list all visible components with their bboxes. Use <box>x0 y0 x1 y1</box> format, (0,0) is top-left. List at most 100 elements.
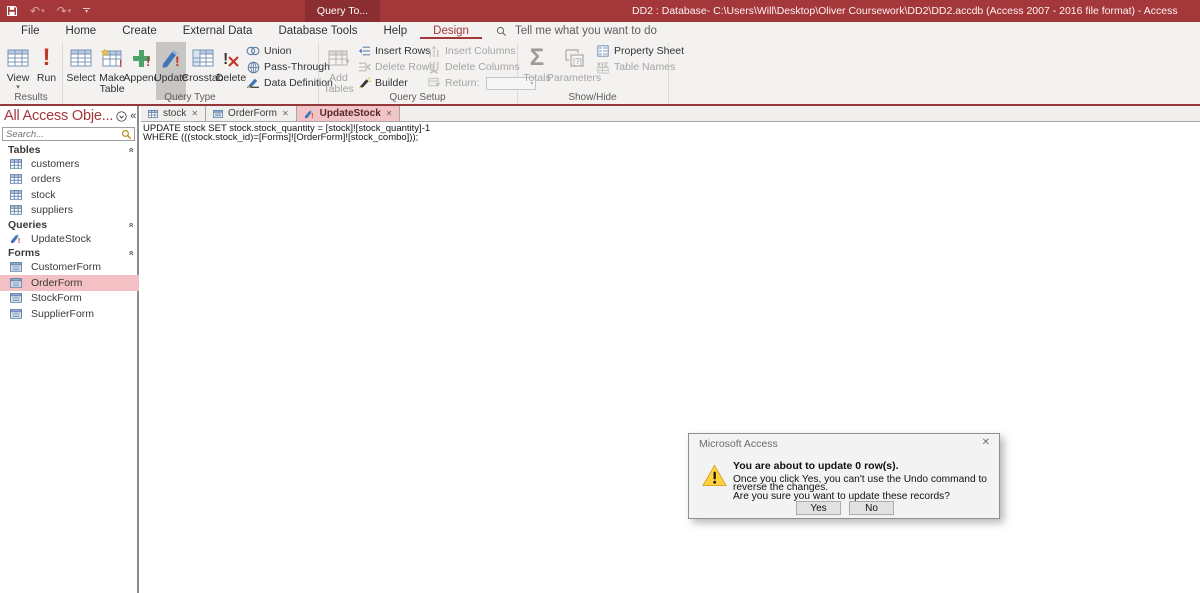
nav-item-supplierform[interactable]: SupplierForm <box>0 306 139 322</box>
warning-icon <box>702 464 727 487</box>
form-icon <box>10 262 22 272</box>
close-tab-icon[interactable]: ✕ <box>282 109 289 118</box>
doc-tab-updatestock[interactable]: ! UpdateStock ✕ <box>296 106 401 121</box>
doc-tab-stock[interactable]: stock ✕ <box>141 106 207 121</box>
doc-tab-orderform[interactable]: OrderForm ✕ <box>206 106 297 121</box>
delete-rows-icon <box>357 60 371 74</box>
save-icon[interactable] <box>6 0 18 22</box>
data-definition-button[interactable]: Data Definition <box>246 75 333 91</box>
svg-text:!: ! <box>175 53 180 68</box>
pass-through-icon <box>246 60 260 74</box>
pass-through-button[interactable]: Pass-Through <box>246 59 333 75</box>
tab-home[interactable]: Home <box>53 24 110 39</box>
access-window: ↶ ▾ ↷ ▾ ▾ Query To... DD2 : Database- C:\U… <box>0 0 1200 593</box>
crosstab-query-icon <box>192 45 214 71</box>
nav-item-orderform[interactable]: OrderForm <box>0 275 139 291</box>
nav-item-stock[interactable]: stock <box>0 187 139 203</box>
redo-icon[interactable]: ↷ ▾ <box>57 0 72 22</box>
table-icon <box>148 109 158 118</box>
insert-rows-button[interactable]: Insert Rows <box>357 43 435 59</box>
append-query-icon: ! <box>131 45 153 71</box>
shutter-close-icon[interactable]: « <box>130 110 136 122</box>
form-icon <box>10 293 22 303</box>
search-icon <box>496 26 506 36</box>
ribbon-tab-bar: File Home Create External Data Database … <box>0 22 1200 40</box>
dialog-heading: You are about to update 0 row(s). <box>733 460 899 472</box>
tab-help[interactable]: Help <box>371 24 421 39</box>
dialog-close-icon[interactable]: ✕ <box>982 437 990 448</box>
totals-sigma-icon: Σ <box>529 44 545 71</box>
delete-query-icon: ! <box>220 45 242 71</box>
quick-access-toolbar: ↶ ▾ ↷ ▾ ▾ <box>6 0 91 22</box>
close-tab-icon[interactable]: ✕ <box>386 109 393 118</box>
svg-text:[?]: [?] <box>573 57 582 66</box>
svg-text:!: ! <box>146 54 150 68</box>
svg-text:!: ! <box>311 112 313 118</box>
group-label-results: Results <box>14 92 48 103</box>
form-icon <box>10 278 22 288</box>
group-label-query-type: Query Type <box>164 92 216 103</box>
nav-search-input[interactable] <box>3 128 121 140</box>
svg-text:!: ! <box>223 51 228 68</box>
tab-external-data[interactable]: External Data <box>170 24 266 39</box>
sql-view-editor[interactable]: UPDATE stock SET stock.stock_quantity = … <box>141 123 1200 593</box>
nav-item-customerform[interactable]: CustomerForm <box>0 260 139 276</box>
contextual-tab-query-tools[interactable]: Query To... <box>305 0 380 22</box>
tell-me-box[interactable]: Tell me what you want to do <box>496 25 657 37</box>
table-icon <box>10 159 22 169</box>
select-query-icon <box>70 45 92 71</box>
form-icon <box>213 109 224 118</box>
nav-item-stockform[interactable]: StockForm <box>0 291 139 307</box>
customize-qat-icon[interactable]: ▾ <box>83 0 91 22</box>
tell-me-label: Tell me what you want to do <box>514 25 657 37</box>
tab-create[interactable]: Create <box>109 24 170 39</box>
data-definition-icon <box>246 76 260 90</box>
nav-pane-header: All Access Obje... « <box>4 107 136 125</box>
nav-pane-title: All Access Obje... <box>4 108 114 124</box>
nav-object-list: Tables » customers orders stock supplier… <box>0 143 139 322</box>
update-query-icon: ! <box>10 234 20 244</box>
union-button[interactable]: Union <box>246 43 333 59</box>
tab-database-tools[interactable]: Database Tools <box>265 24 370 39</box>
dialog-body: Once you click Yes, you can't use the Un… <box>733 474 987 502</box>
builder-button[interactable]: Builder <box>357 75 435 91</box>
nav-search-box[interactable] <box>2 127 135 141</box>
update-query-icon: ! <box>160 45 182 71</box>
group-label-query-setup: Query Setup <box>389 92 446 103</box>
document-tab-bar: stock ✕ OrderForm ✕ ! UpdateStock ✕ <box>141 106 1200 122</box>
svg-text:!: ! <box>119 59 122 68</box>
insert-rows-icon <box>357 44 371 58</box>
document-area: stock ✕ OrderForm ✕ ! UpdateStock ✕ UPDA… <box>141 106 1200 593</box>
view-dropdown-caret: ▾ <box>16 84 20 91</box>
form-icon <box>10 309 22 319</box>
yes-button[interactable]: Yes <box>796 501 841 515</box>
delete-rows-button: Delete Rows <box>357 59 435 75</box>
builder-icon <box>357 76 371 90</box>
collapse-group-icon: » <box>125 221 136 228</box>
property-sheet-icon <box>596 44 610 58</box>
table-names-icon: XYZ <box>596 60 610 74</box>
nav-group-tables[interactable]: Tables » <box>0 143 139 156</box>
table-icon <box>10 190 22 200</box>
close-tab-icon[interactable]: ✕ <box>191 109 198 118</box>
nav-item-suppliers[interactable]: suppliers <box>0 203 139 219</box>
datasheet-view-icon <box>7 45 29 71</box>
undo-icon[interactable]: ↶ ▾ <box>30 0 45 22</box>
nav-menu-icon[interactable] <box>116 110 127 122</box>
nav-group-queries[interactable]: Queries » <box>0 218 139 231</box>
nav-group-forms[interactable]: Forms » <box>0 247 139 260</box>
tab-design[interactable]: Design <box>420 24 482 39</box>
collapse-group-icon: » <box>125 250 136 256</box>
make-table-query-icon: ! <box>100 45 124 71</box>
nav-item-orders[interactable]: orders <box>0 172 139 188</box>
group-label-show-hide: Show/Hide <box>568 92 617 103</box>
window-title: DD2 : Database- C:\Users\Will\Desktop\Ol… <box>632 5 1178 17</box>
table-icon <box>10 174 22 184</box>
tab-file[interactable]: File <box>8 24 53 39</box>
no-button[interactable]: No <box>849 501 894 515</box>
nav-item-updatestock[interactable]: ! UpdateStock <box>0 231 139 247</box>
insert-columns-icon <box>427 44 441 58</box>
nav-item-customers[interactable]: customers <box>0 156 139 172</box>
search-icon <box>122 129 132 139</box>
property-sheet-button[interactable]: Property Sheet <box>596 43 684 59</box>
